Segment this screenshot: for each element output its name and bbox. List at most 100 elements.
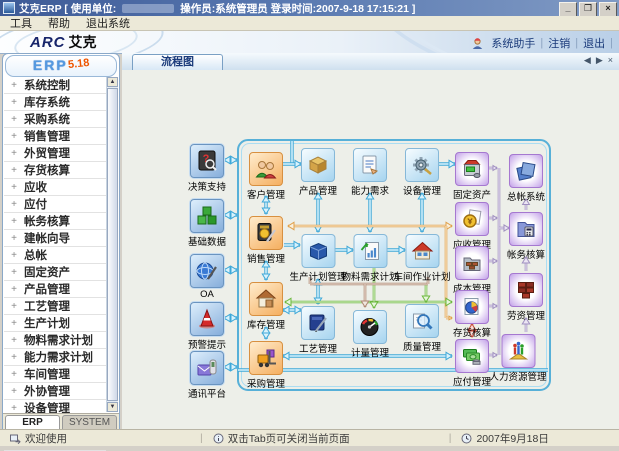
flow-node-产品管理[interactable]: 产品管理 xyxy=(299,148,337,197)
expand-plus-icon[interactable]: + xyxy=(4,131,24,142)
scroll-down-icon[interactable]: ▼ xyxy=(107,402,118,412)
banner-link-系统助手[interactable]: 系统助手 xyxy=(491,35,535,51)
expand-plus-icon[interactable]: + xyxy=(4,386,24,397)
expand-plus-icon[interactable]: + xyxy=(4,80,24,91)
sidebar-item-销售管理[interactable]: +销售管理 xyxy=(4,128,106,145)
flow-node-计量管理[interactable]: 计量管理 xyxy=(351,310,389,359)
menu-bar: 工具帮助退出系统 xyxy=(0,16,619,31)
sidebar-item-工艺管理[interactable]: +工艺管理 xyxy=(4,298,106,315)
flow-node-设备管理[interactable]: 设备管理 xyxy=(403,148,441,197)
expand-plus-icon[interactable]: + xyxy=(4,301,24,312)
scrollbar-thumb[interactable] xyxy=(107,88,118,401)
expand-plus-icon[interactable]: + xyxy=(4,403,24,414)
sidebar-bottom-tabs: ERPSYSTEM xyxy=(3,413,119,429)
banner-link-注销[interactable]: 注销 xyxy=(548,35,570,51)
cost-icon xyxy=(460,251,484,275)
banner-link-退出[interactable]: 退出 xyxy=(583,35,605,51)
flow-node-label: 帐务核算 xyxy=(507,247,545,261)
sidebar-item-外贸管理[interactable]: +外贸管理 xyxy=(4,145,106,162)
sidebar-item-label: 外贸管理 xyxy=(24,145,70,161)
sidebar-item-产品管理[interactable]: +产品管理 xyxy=(4,281,106,298)
menu-item-退出系统[interactable]: 退出系统 xyxy=(86,15,130,31)
flow-node-劳资管理[interactable]: 劳资管理 xyxy=(507,273,545,322)
flow-node-客户管理[interactable]: 客户管理 xyxy=(247,152,285,201)
sidebar-item-外协管理[interactable]: +外协管理 xyxy=(4,383,106,400)
sidebar-item-label: 库存系统 xyxy=(24,94,70,110)
expand-plus-icon[interactable]: + xyxy=(4,114,24,125)
expand-plus-icon[interactable]: + xyxy=(4,165,24,176)
tab-close-tab-icon[interactable]: × xyxy=(608,55,613,66)
sidebar-item-建帐向导[interactable]: +建帐向导 xyxy=(4,230,106,247)
sidebar-item-存货核算[interactable]: +存货核算 xyxy=(4,162,106,179)
flow-node-销售管理[interactable]: 销售管理 xyxy=(247,216,285,265)
flow-node-应付管理[interactable]: 应付管理 xyxy=(453,339,491,388)
sidebar-item-帐务核算[interactable]: +帐务核算 xyxy=(4,213,106,230)
expand-plus-icon[interactable]: + xyxy=(4,250,24,261)
flow-node-label: 能力需求 xyxy=(351,183,389,197)
sidebar-scrollbar[interactable]: ▲ ▼ xyxy=(106,77,118,412)
menu-item-工具[interactable]: 工具 xyxy=(10,15,32,31)
expand-plus-icon[interactable]: + xyxy=(4,216,24,227)
tab-scroll-right-icon[interactable]: ▶ xyxy=(596,55,603,66)
flow-node-人力资源管理[interactable]: 人力资源管理 xyxy=(489,334,546,383)
sidebar-item-总帐[interactable]: +总帐 xyxy=(4,247,106,264)
sidebar-item-应付[interactable]: +应付 xyxy=(4,196,106,213)
flow-node-帐务核算[interactable]: 帐务核算 xyxy=(507,212,545,261)
close-button[interactable]: × xyxy=(599,2,617,17)
sidebar-item-物料需求计划[interactable]: +物料需求计划 xyxy=(4,332,106,349)
flow-node-采购管理[interactable]: 采购管理 xyxy=(247,341,285,390)
flow-node-成本管理[interactable]: 成本管理 xyxy=(453,246,491,295)
flow-node-label: 基础数据 xyxy=(188,234,226,248)
flow-node-生产计划管理[interactable]: 生产计划管理 xyxy=(289,234,346,283)
tab-controls: ◀ ▶ × xyxy=(584,55,613,66)
acct-icon xyxy=(514,217,538,241)
sidebar-item-采购系统[interactable]: +采购系统 xyxy=(4,111,106,128)
flow-node-库存管理[interactable]: 库存管理 xyxy=(247,282,285,331)
tab-scroll-left-icon[interactable]: ◀ xyxy=(584,55,591,66)
sidebar-item-label: 车间管理 xyxy=(24,366,70,382)
flow-node-通讯平台[interactable]: 通讯平台 xyxy=(188,351,226,400)
expand-plus-icon[interactable]: + xyxy=(4,352,24,363)
expand-plus-icon[interactable]: + xyxy=(4,97,24,108)
sidebar-item-label: 帐务核算 xyxy=(24,213,70,229)
flow-node-决策支持[interactable]: ?决策支持 xyxy=(188,144,226,193)
sidebar-item-固定资产[interactable]: +固定资产 xyxy=(4,264,106,281)
flow-node-固定资产[interactable]: 固定资产 xyxy=(453,152,491,201)
sidebar-item-生产计划[interactable]: +生产计划 xyxy=(4,315,106,332)
scroll-up-icon[interactable]: ▲ xyxy=(107,77,118,87)
expand-plus-icon[interactable]: + xyxy=(4,335,24,346)
sidebar-item-应收[interactable]: +应收 xyxy=(4,179,106,196)
minimize-button[interactable]: _ xyxy=(559,2,577,17)
flow-node-基础数据[interactable]: 基础数据 xyxy=(188,199,226,248)
flow-node-工艺管理[interactable]: 工艺管理 xyxy=(299,306,337,355)
expand-plus-icon[interactable]: + xyxy=(4,318,24,329)
flow-node-物料需求计划[interactable]: 物料需求计划 xyxy=(341,234,398,283)
restore-button[interactable]: ❐ xyxy=(579,2,597,17)
expand-plus-icon[interactable]: + xyxy=(4,284,24,295)
expand-plus-icon[interactable]: + xyxy=(4,148,24,159)
flow-node-存货核算[interactable]: 存货核算 xyxy=(453,290,491,339)
sidebar-item-库存系统[interactable]: +库存系统 xyxy=(4,94,106,111)
flow-node-应收管理[interactable]: 应收管理 xyxy=(453,202,491,251)
flow-node-质量管理[interactable]: 质量管理 xyxy=(403,304,441,353)
sidebar-item-label: 销售管理 xyxy=(24,128,70,144)
sidebar-tab-SYSTEM[interactable]: SYSTEM xyxy=(62,415,117,429)
menu-item-帮助[interactable]: 帮助 xyxy=(48,15,70,31)
expand-plus-icon[interactable]: + xyxy=(4,369,24,380)
sidebar-tab-ERP[interactable]: ERP xyxy=(5,415,60,429)
expand-plus-icon[interactable]: + xyxy=(4,182,24,193)
pie-icon xyxy=(460,295,484,319)
sidebar-item-能力需求计划[interactable]: +能力需求计划 xyxy=(4,349,106,366)
expand-plus-icon[interactable]: + xyxy=(4,267,24,278)
expand-plus-icon[interactable]: + xyxy=(4,199,24,210)
sidebar-item-系统控制[interactable]: +系统控制 xyxy=(4,77,106,94)
flow-node-总帐系统[interactable]: 总帐系统 xyxy=(507,154,545,203)
flow-node-车间作业计划[interactable]: 车间作业计划 xyxy=(393,234,450,283)
flow-node-OA[interactable]: OA xyxy=(190,254,224,300)
tab-flowchart[interactable]: 流程图 xyxy=(132,54,223,70)
flow-node-label: 预警提示 xyxy=(188,337,226,351)
flow-node-能力需求[interactable]: 能力需求 xyxy=(351,148,389,197)
sidebar-item-车间管理[interactable]: +车间管理 xyxy=(4,366,106,383)
expand-plus-icon[interactable]: + xyxy=(4,233,24,244)
flow-node-预警提示[interactable]: 预警提示 xyxy=(188,302,226,351)
